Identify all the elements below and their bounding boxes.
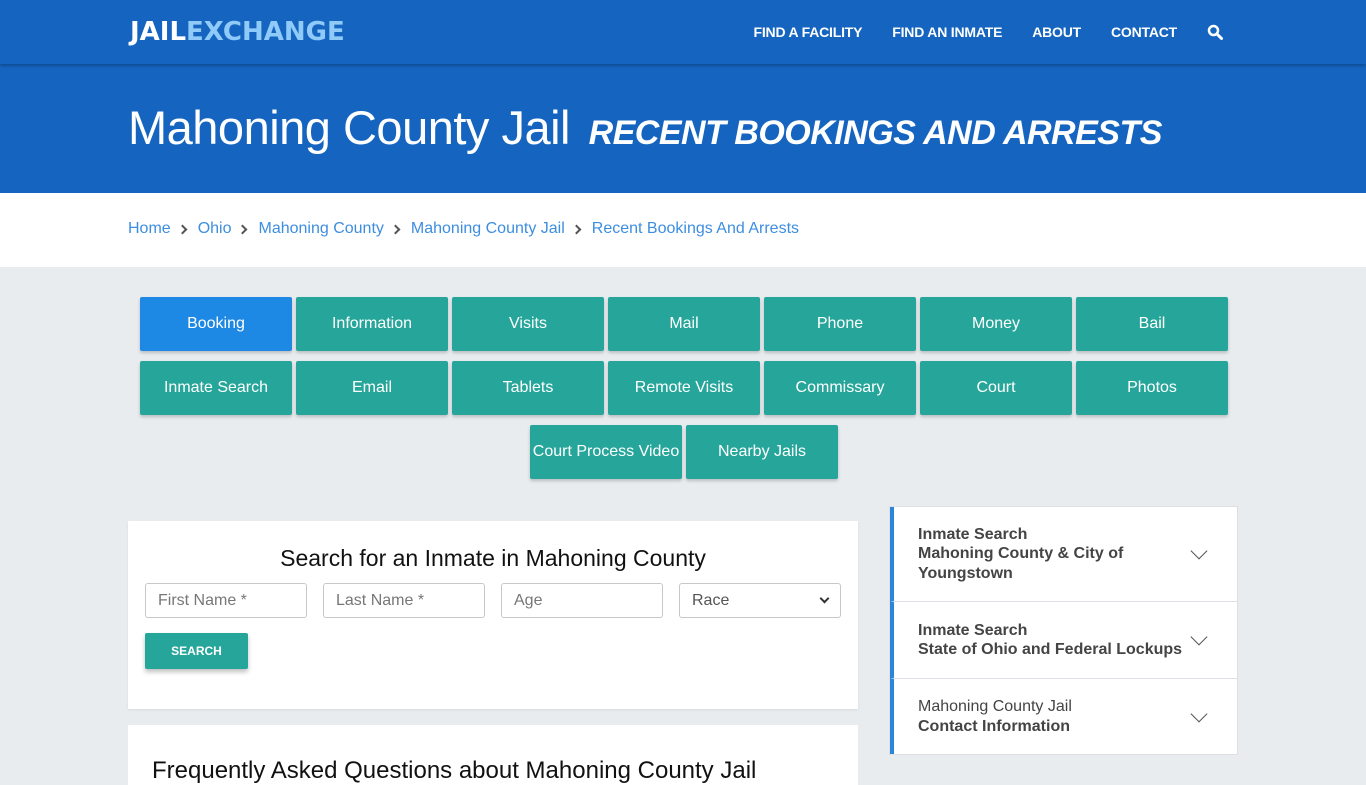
tile-phone[interactable]: Phone: [764, 297, 916, 351]
accordion-contact-info[interactable]: Mahoning County Jail Contact Information: [890, 679, 1237, 754]
page-title: Mahoning County Jail RECENT BOOKINGS AND…: [128, 100, 1162, 155]
tile-row-3: Court Process Video Nearby Jails: [139, 425, 1229, 479]
nav-contact[interactable]: CONTACT: [1111, 24, 1177, 40]
tile-row-2: Inmate Search Email Tablets Remote Visit…: [139, 361, 1229, 415]
tile-bail[interactable]: Bail: [1076, 297, 1228, 351]
breadcrumb-bar: Home Ohio Mahoning County Mahoning Count…: [0, 193, 1366, 267]
last-name-field[interactable]: [323, 583, 485, 618]
tile-photos[interactable]: Photos: [1076, 361, 1228, 415]
tile-commissary[interactable]: Commissary: [764, 361, 916, 415]
page-header: Mahoning County Jail RECENT BOOKINGS AND…: [0, 64, 1366, 193]
accordion-label: Inmate Search: [918, 525, 1028, 543]
accordion-label: Youngstown: [918, 564, 1013, 582]
sidebar-accordion: Inmate Search Mahoning County & City of …: [889, 506, 1238, 755]
accordion-inmate-search-county[interactable]: Inmate Search Mahoning County & City of …: [890, 507, 1237, 602]
accordion-label: Inmate Search: [918, 621, 1028, 639]
accordion-label: State of Ohio and Federal Lockups: [918, 641, 1183, 658]
tile-inmate-search[interactable]: Inmate Search: [140, 361, 292, 415]
facility-nav-tiles: Booking Information Visits Mail Phone Mo…: [139, 297, 1229, 489]
tile-court-process-video[interactable]: Court Process Video: [530, 425, 682, 479]
page-subtitle: RECENT BOOKINGS AND ARRESTS: [588, 114, 1163, 152]
last-name-input[interactable]: [336, 591, 472, 610]
search-icon[interactable]: [1207, 24, 1223, 40]
logo-text-exchange: EXCHANGE: [186, 17, 345, 47]
tile-tablets[interactable]: Tablets: [452, 361, 604, 415]
race-select[interactable]: Race: [679, 583, 841, 618]
chevron-right-icon: [238, 224, 248, 234]
first-name-input[interactable]: [158, 591, 294, 610]
nav-find-inmate[interactable]: FIND AN INMATE: [892, 24, 1002, 40]
tile-visits[interactable]: Visits: [452, 297, 604, 351]
chevron-right-icon: [571, 224, 582, 234]
accordion-inmate-search-state[interactable]: Inmate Search State of Ohio and Federal …: [890, 602, 1237, 679]
nav-links: FIND A FACILITY FIND AN INMATE ABOUT CON…: [754, 0, 1366, 64]
race-select-value: Race: [692, 591, 730, 609]
tile-court[interactable]: Court: [920, 361, 1072, 415]
chevron-right-icon: [390, 224, 401, 234]
tile-booking[interactable]: Booking: [140, 297, 292, 351]
nav-find-facility[interactable]: FIND A FACILITY: [754, 24, 863, 40]
accordion-label: Mahoning County & City of: [918, 545, 1124, 563]
tile-information[interactable]: Information: [296, 297, 448, 351]
inmate-search-card: Search for an Inmate in Mahoning County …: [128, 521, 858, 709]
accordion-label: Contact Information: [918, 717, 1070, 735]
chevron-right-icon: [177, 224, 188, 234]
tile-row-1: Booking Information Visits Mail Phone Mo…: [139, 297, 1229, 351]
logo-text-jail: JAIL: [130, 17, 187, 47]
top-navbar: JAILEXCHANGE FIND A FACILITY FIND AN INM…: [0, 0, 1366, 64]
breadcrumb-county[interactable]: Mahoning County: [258, 220, 383, 238]
search-button[interactable]: SEARCH: [145, 633, 248, 669]
breadcrumb-current[interactable]: Recent Bookings And Arrests: [592, 220, 799, 238]
site-logo[interactable]: JAILEXCHANGE: [130, 17, 345, 47]
nav-about[interactable]: ABOUT: [1032, 24, 1081, 40]
age-field[interactable]: [501, 583, 663, 618]
tile-money[interactable]: Money: [920, 297, 1072, 351]
breadcrumb-ohio[interactable]: Ohio: [198, 220, 232, 238]
breadcrumb: Home Ohio Mahoning County Mahoning Count…: [128, 220, 799, 238]
faq-card: Frequently Asked Questions about Mahonin…: [128, 725, 858, 785]
faq-title: Frequently Asked Questions about Mahonin…: [152, 757, 757, 784]
page-title-main: Mahoning County Jail: [128, 101, 571, 154]
first-name-field[interactable]: [145, 583, 307, 618]
tile-mail[interactable]: Mail: [608, 297, 760, 351]
tile-nearby-jails[interactable]: Nearby Jails: [686, 425, 838, 479]
chevron-down-icon: [819, 593, 830, 604]
age-input[interactable]: [514, 591, 650, 610]
breadcrumb-jail[interactable]: Mahoning County Jail: [411, 220, 565, 238]
breadcrumb-home[interactable]: Home: [128, 220, 171, 238]
tile-remote-visits[interactable]: Remote Visits: [608, 361, 760, 415]
search-card-title: Search for an Inmate in Mahoning County: [280, 545, 706, 571]
tile-email[interactable]: Email: [296, 361, 448, 415]
